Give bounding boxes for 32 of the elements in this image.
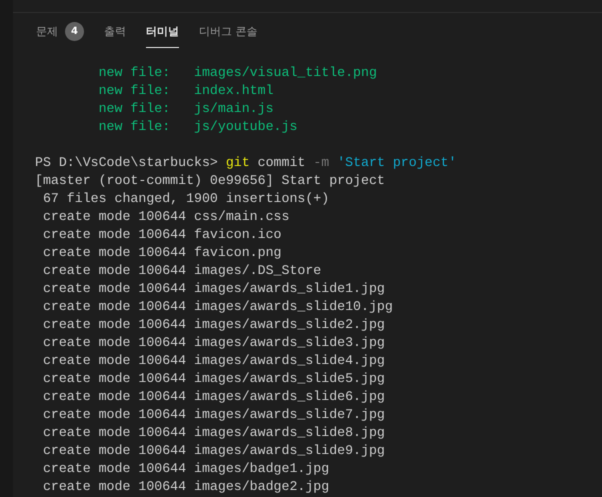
terminal-text: create mode 100644 favicon.png <box>42 245 282 260</box>
added-text: new file: images/visual_title.png <box>98 65 377 80</box>
terminal-text: create mode 100644 images/awards_slide1.jpg <box>42 281 385 296</box>
flag-text: -m <box>313 155 330 170</box>
terminal-text: create mode 100644 images/badge2.jpg <box>42 479 330 494</box>
terminal-text: [master (root-commit) 0e99656] Start project <box>35 173 385 188</box>
panel-tab[interactable]: 디버그 콘솔 <box>199 13 258 48</box>
panel-tab[interactable]: 문제 4 <box>36 13 84 48</box>
terminal-text: create mode 100644 images/awards_slide5.jpg <box>42 371 385 386</box>
panel-tab[interactable]: 출력 <box>104 13 126 48</box>
terminal-text: create mode 100644 images/badge1.jpg <box>42 461 330 476</box>
command-text: git <box>226 155 250 170</box>
terminal-text: PS D:\VsCode\starbucks> <box>35 155 219 170</box>
terminal-text: create mode 100644 css/main.css <box>42 209 290 224</box>
added-text: new file: js/youtube.js <box>98 119 298 134</box>
terminal-text: create mode 100644 images/awards_slide10.jpg <box>42 299 393 314</box>
terminal-text: create mode 100644 images/.DS_Store <box>42 263 322 278</box>
terminal-text: create mode 100644 images/awards_slide4.jpg <box>42 353 385 368</box>
panel-tab[interactable]: 터미널 <box>146 13 179 48</box>
terminal-text: 67 files changed, 1900 insertions(+) <box>42 191 330 206</box>
added-text: new file: js/main.js <box>98 101 274 116</box>
terminal-text: create mode 100644 images/awards_slide7.jpg <box>42 407 385 422</box>
count-badge: 4 <box>65 22 84 40</box>
string-text: 'Start project' <box>337 155 456 170</box>
terminal-text: create mode 100644 images/awards_slide9.jpg <box>42 443 385 458</box>
added-text: new file: index.html <box>98 83 274 98</box>
terminal-text: create mode 100644 images/awards_slide6.jpg <box>42 389 385 404</box>
terminal-text: create mode 100644 images/awards_slide2.jpg <box>42 317 385 332</box>
terminal-text: create mode 100644 favicon.ico <box>42 227 282 242</box>
terminal-text: commit <box>256 155 306 170</box>
terminal-text: create mode 100644 images/awards_slide3.jpg <box>42 335 385 350</box>
terminal-text: create mode 100644 images/awards_slide8.jpg <box>42 425 385 440</box>
